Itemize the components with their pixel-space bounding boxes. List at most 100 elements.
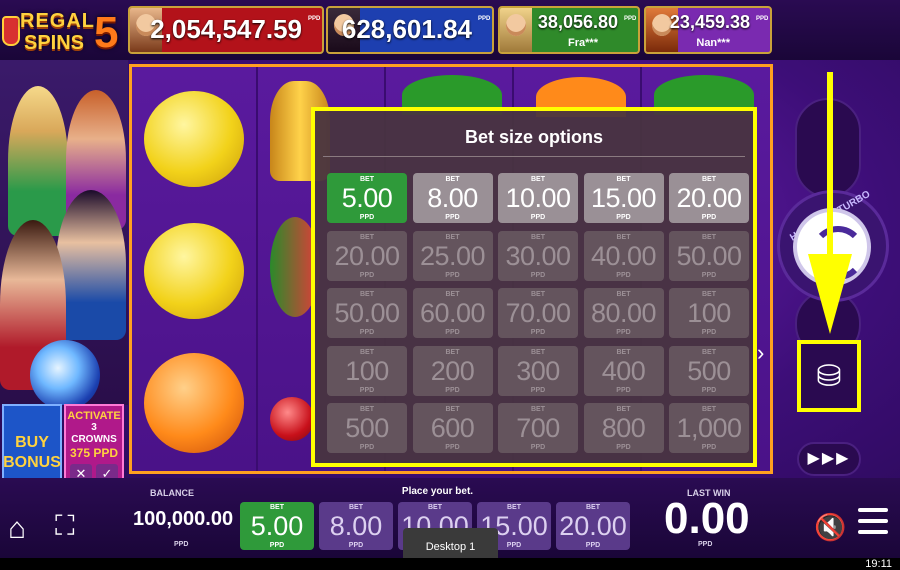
bet-option[interactable]: BET 60.00 PPD <box>412 288 493 338</box>
bet-option[interactable]: BET 10.00 PPD <box>498 173 578 223</box>
fullscreen-icon[interactable]: ⛶ <box>55 510 75 543</box>
bet-option[interactable]: BET 8.00 PPD <box>412 173 493 223</box>
bet-option[interactable]: BET 500 PPD <box>669 345 749 396</box>
bet-option-label: BET <box>428 504 442 511</box>
buy-bonus-label: BUY BONUS <box>3 434 61 471</box>
bet-option[interactable]: BET 800 PPD <box>583 403 664 453</box>
queen-dark <box>56 190 126 340</box>
bet-option-label: BET <box>616 233 631 241</box>
jackpot-currency: PPD <box>624 16 637 22</box>
bet-option-label: BET <box>445 406 460 413</box>
bet-option-value: 800 <box>601 413 646 443</box>
bet-option[interactable]: BET 25.00 PPD <box>412 230 493 281</box>
bet-option-currency: PPD <box>530 271 546 279</box>
bet-option[interactable]: BET 20.00 PPD <box>327 230 407 281</box>
bet-option-value: 15.00 <box>590 183 657 213</box>
bet-option[interactable]: BET 50.00 PPD <box>327 288 407 338</box>
bet-option-currency: PPD <box>616 386 631 394</box>
reel-1 <box>132 67 258 471</box>
bet-option-value: 1,000 <box>676 413 742 443</box>
jackpot-1: 2,054,547.59 PPD <box>128 6 324 54</box>
bet-option-currency: PPD <box>616 214 631 221</box>
bet-option-currency: PPD <box>585 542 601 549</box>
bet-option-value: 25.00 <box>419 240 486 271</box>
crystal-orb <box>30 340 100 405</box>
bet-option-label: BET <box>360 406 374 413</box>
bet-size-button[interactable]: ⛁ <box>797 340 861 412</box>
bet-option[interactable]: BET 600 PPD <box>412 403 493 453</box>
bet-option[interactable]: BET 5.00 PPD <box>327 173 407 223</box>
bet-option[interactable]: BET 30.00 PPD <box>498 230 578 281</box>
activate-title: ACTIVATE <box>67 410 121 422</box>
bet-option[interactable]: BET 20.00 PPD <box>669 173 749 223</box>
bet-option[interactable]: BET 50.00 PPD <box>669 230 749 281</box>
logo-line2: SPINS <box>24 32 85 54</box>
bet-option-currency: PPD <box>701 329 717 336</box>
bet-option-label: BET <box>360 176 374 183</box>
crown-icon <box>2 16 20 46</box>
bet-option-value: 500 <box>687 355 731 386</box>
home-icon[interactable]: ⌂ <box>8 512 26 546</box>
bet-option-currency: PPD <box>359 386 375 394</box>
bet-option-value: 80.00 <box>590 298 657 328</box>
sound-muted-icon[interactable]: 🔇 <box>814 512 846 543</box>
bet-option-currency: PPD <box>359 444 375 451</box>
bet-option-currency: PPD <box>616 329 631 336</box>
balance-label: BALANCE <box>150 488 194 498</box>
bet-option[interactable]: BET 80.00 PPD <box>583 288 664 338</box>
bet-option-value: 5.00 <box>341 183 393 213</box>
bet-option-label: BET <box>360 348 374 356</box>
quick-bet-option[interactable]: BET 8.00 PPD <box>319 502 393 550</box>
bet-option-label: BET <box>616 406 631 413</box>
bet-option[interactable]: BET 700 PPD <box>498 403 578 453</box>
bet-option[interactable]: BET 500 PPD <box>327 403 407 453</box>
bet-option-currency: PPD <box>269 542 285 549</box>
bet-option-value: 600 <box>430 413 475 443</box>
bet-option[interactable]: BET 15.00 PPD <box>583 173 664 223</box>
bet-option-label: BET <box>531 233 545 241</box>
jackpot-player: Fra*** <box>568 37 598 49</box>
bet-option-currency: PPD <box>445 329 460 336</box>
bet-option-currency: PPD <box>530 444 546 451</box>
bet-option-label: BET <box>702 176 716 183</box>
bet-option-value: 20.00 <box>559 511 627 541</box>
bet-option[interactable]: BET 1,000 PPD <box>669 403 749 453</box>
bet-option-label: BET <box>445 348 460 356</box>
bet-option-currency: PPD <box>445 386 460 394</box>
bet-option-value: 5.00 <box>250 511 304 541</box>
quick-bet-option[interactable]: BET 20.00 PPD <box>556 502 630 550</box>
bet-option-label: BET <box>445 233 460 241</box>
bet-option-label: BET <box>702 406 716 413</box>
highlight-arrow <box>827 72 833 257</box>
game-logo: REGAL SPINS 5 <box>2 4 126 58</box>
top-bar: REGAL SPINS 5 2,054,547.59 PPD 628,601.8… <box>0 0 900 60</box>
jackpot-3: 38,056.80 Fra*** PPD <box>498 6 640 54</box>
bet-option[interactable]: BET 100 PPD <box>669 288 749 338</box>
bet-option[interactable]: BET 200 PPD <box>412 345 493 396</box>
bet-option-value: 700 <box>516 413 560 443</box>
bet-option-value: 8.00 <box>427 183 478 213</box>
bet-option-label: BET <box>586 504 600 511</box>
autoplay-button[interactable]: ▶▶▶ <box>797 442 861 476</box>
bet-option[interactable]: BET 300 PPD <box>498 345 578 396</box>
bet-option-label: BET <box>445 291 460 298</box>
bet-option[interactable]: BET 100 PPD <box>327 345 407 396</box>
bet-option[interactable]: BET 40.00 PPD <box>583 230 664 281</box>
bet-option-currency: PPD <box>445 271 460 279</box>
quick-bet-option[interactable]: BET 5.00 PPD <box>240 502 314 550</box>
menu-icon[interactable] <box>858 508 888 541</box>
jackpot-amount: 38,056.80 <box>537 12 618 32</box>
bet-option-label: BET <box>531 291 545 298</box>
bet-option-currency: PPD <box>445 214 460 221</box>
jackpot-amount: 628,601.84 <box>341 14 472 44</box>
orange-symbol <box>144 353 244 453</box>
bet-option-value: 100 <box>345 355 389 386</box>
activate-item: CROWNS <box>71 434 117 445</box>
bet-option-value: 40.00 <box>590 240 657 271</box>
bet-option[interactable]: BET 70.00 PPD <box>498 288 578 338</box>
bet-option-label: BET <box>270 504 284 511</box>
bet-option[interactable]: BET 400 PPD <box>583 345 664 396</box>
jackpot-2: 628,601.84 PPD <box>326 6 494 54</box>
divider <box>323 156 745 157</box>
bet-option-value: 50.00 <box>676 240 742 271</box>
